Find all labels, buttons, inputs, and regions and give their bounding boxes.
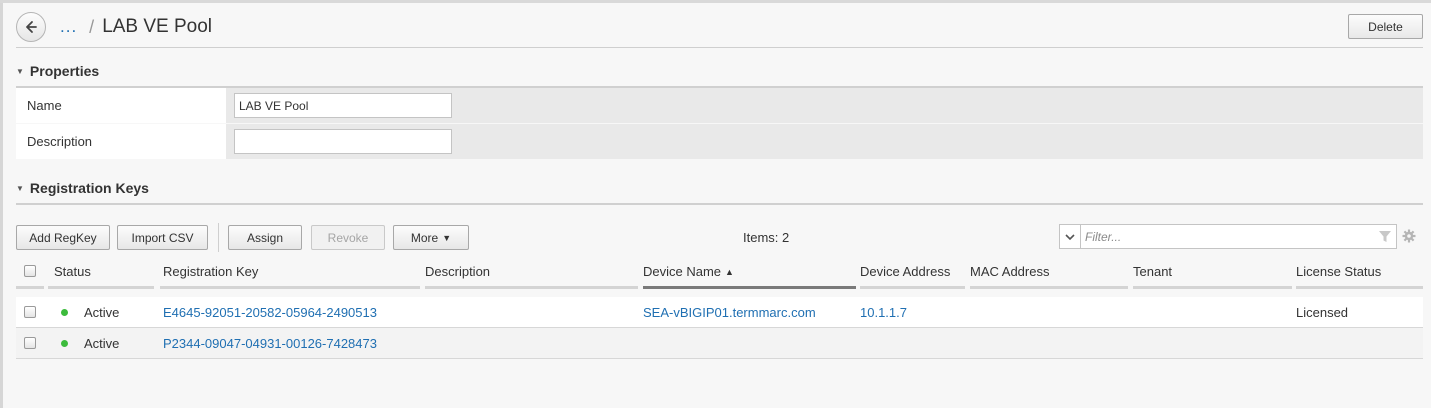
funnel-icon[interactable] <box>1378 230 1392 243</box>
column-header-license-status[interactable]: License Status <box>1296 264 1381 279</box>
status-cell <box>61 297 68 327</box>
breadcrumb-separator: / <box>89 16 95 37</box>
top-border <box>0 0 1431 3</box>
column-resize-bar <box>970 286 1128 289</box>
registration-keys-section-title: Registration Keys <box>29 180 149 196</box>
registration-keys-section-toggle[interactable]: ▼ Registration Keys <box>16 180 149 196</box>
row-checkbox[interactable] <box>24 306 36 318</box>
table-row[interactable]: Active P2344-09047-04931-00126-7428473 <box>16 328 1423 359</box>
more-button-label: More <box>410 230 439 245</box>
delete-button[interactable]: Delete <box>1348 14 1423 39</box>
column-header-mac-address[interactable]: MAC Address <box>970 264 1049 279</box>
row-checkbox-cell <box>24 328 36 358</box>
license-status-cell: Licensed <box>1296 304 1349 320</box>
registration-key-link[interactable]: P2344-09047-04931-00126-7428473 <box>163 328 377 358</box>
registration-keys-divider <box>16 203 1423 205</box>
gear-icon[interactable] <box>1402 229 1416 243</box>
revoke-button[interactable]: Revoke <box>311 225 385 250</box>
device-name-link[interactable]: SEA-vBIGIP01.termmarc.com <box>643 297 816 327</box>
registration-key-link[interactable]: E4645-92051-20582-05964-2490513 <box>163 297 377 327</box>
description-value-cell <box>226 124 1423 159</box>
column-resize-bar-sorted <box>643 286 856 289</box>
column-resize-bar <box>860 286 965 289</box>
row-checkbox[interactable] <box>24 337 36 349</box>
column-header-description[interactable]: Description <box>425 264 490 279</box>
properties-section-toggle[interactable]: ▼ Properties <box>16 63 99 79</box>
toolbar-separator <box>218 223 219 252</box>
items-count: Items: 2 <box>743 230 790 245</box>
column-resize-bar <box>1133 286 1292 289</box>
status-cell <box>61 328 68 358</box>
table-row[interactable]: Active E4645-92051-20582-05964-2490513 S… <box>16 297 1423 328</box>
arrow-left-icon <box>26 21 37 33</box>
back-button[interactable] <box>16 12 46 42</box>
status-text: Active <box>84 304 120 320</box>
add-regkey-button[interactable]: Add RegKey <box>16 225 110 250</box>
chevron-down-icon <box>1065 233 1075 240</box>
page-title: LAB VE Pool <box>102 16 213 37</box>
filter-input[interactable] <box>1083 226 1373 247</box>
name-row: Name <box>16 88 1423 123</box>
breadcrumb-parent-link[interactable]: ... <box>60 17 77 37</box>
status-dot-icon <box>61 339 68 347</box>
sort-ascending-icon: ▲ <box>725 266 734 277</box>
collapse-triangle-icon: ▼ <box>16 183 24 193</box>
import-csv-button[interactable]: Import CSV <box>117 225 208 250</box>
more-button[interactable]: More ▼ <box>393 225 469 250</box>
column-header-device-name[interactable]: Device Name ▲ <box>643 264 734 279</box>
description-row: Description <box>16 124 1423 159</box>
select-all-checkbox[interactable] <box>24 265 36 277</box>
name-field[interactable] <box>234 93 452 118</box>
column-header-registration-key[interactable]: Registration Key <box>163 264 258 279</box>
page-header: ... / LAB VE Pool <box>16 11 212 43</box>
status-text: Active <box>84 335 120 351</box>
column-header-device-name-label: Device Name <box>643 264 722 279</box>
collapse-triangle-icon: ▼ <box>16 66 24 76</box>
name-value-cell <box>226 88 1423 123</box>
caret-down-icon: ▼ <box>442 232 452 243</box>
properties-section-title: Properties <box>29 63 100 79</box>
column-header-status[interactable]: Status <box>54 264 91 279</box>
name-label: Name <box>16 88 226 123</box>
left-border <box>0 0 3 408</box>
column-header-tenant[interactable]: Tenant <box>1133 264 1172 279</box>
column-resize-bar <box>48 286 154 289</box>
column-resize-bar <box>16 286 44 289</box>
filter-dropdown-button[interactable] <box>1060 225 1081 248</box>
header-divider <box>16 47 1423 48</box>
column-resize-bar <box>425 286 638 289</box>
row-checkbox-cell <box>24 297 36 327</box>
filter-box <box>1059 224 1397 249</box>
description-label: Description <box>16 124 226 159</box>
device-address-link[interactable]: 10.1.1.7 <box>860 297 907 327</box>
column-resize-bar <box>160 286 420 289</box>
description-field[interactable] <box>234 129 452 154</box>
column-header-device-address[interactable]: Device Address <box>860 264 950 279</box>
status-dot-icon <box>61 308 68 316</box>
column-resize-bar <box>1296 286 1423 289</box>
assign-button[interactable]: Assign <box>228 225 302 250</box>
